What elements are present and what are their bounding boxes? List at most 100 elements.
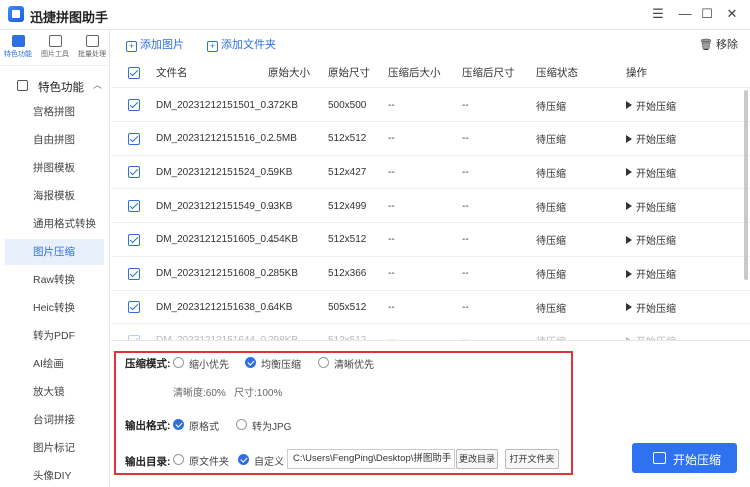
cell-dims: 500x500	[328, 99, 367, 111]
mode-shrink-radio[interactable]	[173, 357, 184, 368]
checkbox-check-icon	[128, 233, 140, 246]
row-checkbox[interactable]	[128, 156, 140, 188]
cell-size: 285KB	[268, 268, 299, 279]
cell-new-dims: --	[462, 200, 469, 212]
add-folder-button[interactable]: + 添加文件夹	[207, 36, 276, 52]
add-image-label: 添加图片	[140, 39, 184, 51]
start-row-button[interactable]: 开始压缩	[626, 89, 676, 121]
dir-label: 输出目录:	[125, 456, 171, 468]
start-row-button[interactable]: 开始压缩	[626, 325, 676, 340]
row-checkbox[interactable]	[128, 190, 140, 222]
tab-batch[interactable]: 批量处理	[74, 32, 110, 64]
table-row[interactable]: DM_20231212151605_0... 454KB 512x512 -- -- 待压…	[111, 224, 750, 257]
dir-custom-label[interactable]: 自定义	[254, 453, 284, 468]
mode-clarity-label[interactable]: 清晰优先	[334, 356, 374, 371]
format-jpg-radio[interactable]	[236, 419, 247, 430]
table-header: 文件名 原始大小 原始尺寸 压缩后大小 压缩后尺寸 压缩状态 操作	[111, 58, 750, 88]
sidebar-item[interactable]: 放大镜	[5, 379, 104, 405]
sidebar-item[interactable]: 图片标记	[5, 435, 104, 461]
select-all-checkbox[interactable]	[128, 58, 140, 87]
start-row-button[interactable]: 开始压缩	[626, 190, 676, 222]
table-row[interactable]: DM_20231212151549_0... 93KB 512x499 -- -- 待压缩…	[111, 190, 750, 224]
settings-panel: 压缩模式: 缩小优先 均衡压缩 清晰优先 清晰度:60% 尺寸:100% 输出格…	[111, 340, 750, 487]
image-tool-icon	[48, 35, 62, 47]
sidebar-item[interactable]: AI绘画	[5, 351, 104, 377]
sidebar-item[interactable]: 转为PDF	[5, 323, 104, 349]
row-checkbox[interactable]	[128, 89, 140, 121]
cell-status: 待压缩	[536, 236, 566, 248]
remove-label: 移除	[716, 39, 738, 51]
checkbox-check-icon	[128, 200, 140, 213]
batch-icon	[85, 35, 99, 47]
close-icon[interactable]: ✕	[721, 4, 743, 24]
start-row-button[interactable]: 开始压缩	[626, 123, 676, 155]
table-row[interactable]: DM_20231212151501_0... 372KB 500x500 -- -- 待压…	[111, 89, 750, 122]
cell-new-size: --	[388, 133, 395, 145]
output-path-field[interactable]: C:\Users\FengPing\Desktop\拼图助手	[287, 449, 455, 469]
mode-balanced-radio[interactable]	[245, 357, 256, 368]
sidebar-item[interactable]: 自由拼图	[5, 127, 104, 153]
checkbox-check-icon	[128, 166, 140, 179]
col-header-size: 原始大小	[268, 67, 310, 79]
cell-size: 93KB	[268, 200, 293, 212]
play-icon	[626, 134, 632, 143]
mode-clarity-radio[interactable]	[318, 357, 329, 368]
cell-dims: 512x499	[328, 200, 367, 212]
sidebar-item[interactable]: 宫格拼图	[5, 99, 104, 125]
sidebar-item[interactable]: 通用格式转换	[5, 211, 104, 237]
format-original-label[interactable]: 原格式	[189, 418, 219, 433]
cell-status: 待压缩	[536, 202, 566, 214]
mode-shrink-label[interactable]: 缩小优先	[189, 356, 229, 371]
app-logo-icon	[8, 6, 24, 22]
start-row-button[interactable]: 开始压缩	[626, 291, 676, 323]
sidebar-section-featured[interactable]: 特色功能 ︿	[0, 74, 110, 98]
add-image-button[interactable]: + 添加图片	[126, 36, 184, 52]
row-checkbox[interactable]	[128, 224, 140, 256]
start-row-label: 开始压缩	[636, 135, 676, 147]
cell-dims: 512x366	[328, 268, 367, 279]
play-icon	[626, 303, 632, 312]
cell-size: 59KB	[268, 166, 293, 178]
sidebar-item[interactable]: 图片压缩	[5, 239, 104, 265]
start-row-button[interactable]: 开始压缩	[626, 156, 676, 188]
play-icon	[626, 101, 632, 109]
dir-original-label[interactable]: 原文件夹	[189, 453, 229, 468]
sidebar-item[interactable]: 头像DIY	[5, 463, 104, 487]
mode-balanced-label[interactable]: 均衡压缩	[261, 356, 301, 371]
format-jpg-label[interactable]: 转为JPG	[252, 418, 291, 433]
table-scrollbar[interactable]	[744, 90, 748, 280]
format-original-radio[interactable]	[173, 419, 184, 430]
trash-icon: 🗑	[698, 39, 713, 51]
maximize-icon[interactable]: ☐	[696, 4, 718, 24]
apps-icon	[17, 80, 28, 91]
table-row[interactable]: DM_20231212151638_0... 64KB 505x512 -- -- 待压缩…	[111, 291, 750, 325]
tab-image-tools-label: 图片工具	[41, 51, 69, 58]
minimize-icon[interactable]: —	[674, 4, 696, 24]
table-row[interactable]: DM_20231212151524_0... 59KB 512x427 -- -- 待压缩…	[111, 156, 750, 190]
sidebar-item[interactable]: Raw转换	[5, 267, 104, 293]
remove-button[interactable]: 🗑 移除	[699, 36, 738, 52]
sidebar-item[interactable]: Heic转换	[5, 295, 104, 321]
sidebar-item[interactable]: 海报模板	[5, 183, 104, 209]
row-checkbox[interactable]	[128, 291, 140, 323]
dir-original-radio[interactable]	[173, 454, 184, 465]
row-checkbox[interactable]	[128, 123, 140, 155]
open-folder-button[interactable]: 打开文件夹	[505, 449, 559, 469]
menu-icon[interactable]: ☰	[647, 4, 669, 24]
table-row[interactable]: DM_20231212151608_0... 285KB 512x366 -- -- 待压…	[111, 258, 750, 291]
start-compress-button[interactable]: 开始压缩	[632, 443, 737, 473]
tab-image-tools[interactable]: 图片工具	[37, 32, 73, 64]
sidebar-item[interactable]: 拼图模板	[5, 155, 104, 181]
tab-featured-label: 特色功能	[4, 51, 32, 58]
table-row[interactable]: DM_20231212151516_0... 2.5MB 512x512 -- -- 待压…	[111, 123, 750, 156]
change-dir-button[interactable]: 更改目录	[456, 449, 498, 469]
row-checkbox[interactable]	[128, 258, 140, 290]
dir-custom-radio[interactable]	[238, 454, 249, 465]
row-checkbox[interactable]	[128, 325, 140, 340]
checkbox-check-icon	[128, 99, 140, 111]
table-row[interactable]: DM_20231212151644_0...298KB 512x512 -- -- 待压…	[111, 325, 750, 340]
start-row-button[interactable]: 开始压缩	[626, 258, 676, 290]
start-row-button[interactable]: 开始压缩	[626, 224, 676, 256]
sidebar-item[interactable]: 台词拼接	[5, 407, 104, 433]
tab-featured[interactable]: 特色功能	[0, 32, 36, 64]
